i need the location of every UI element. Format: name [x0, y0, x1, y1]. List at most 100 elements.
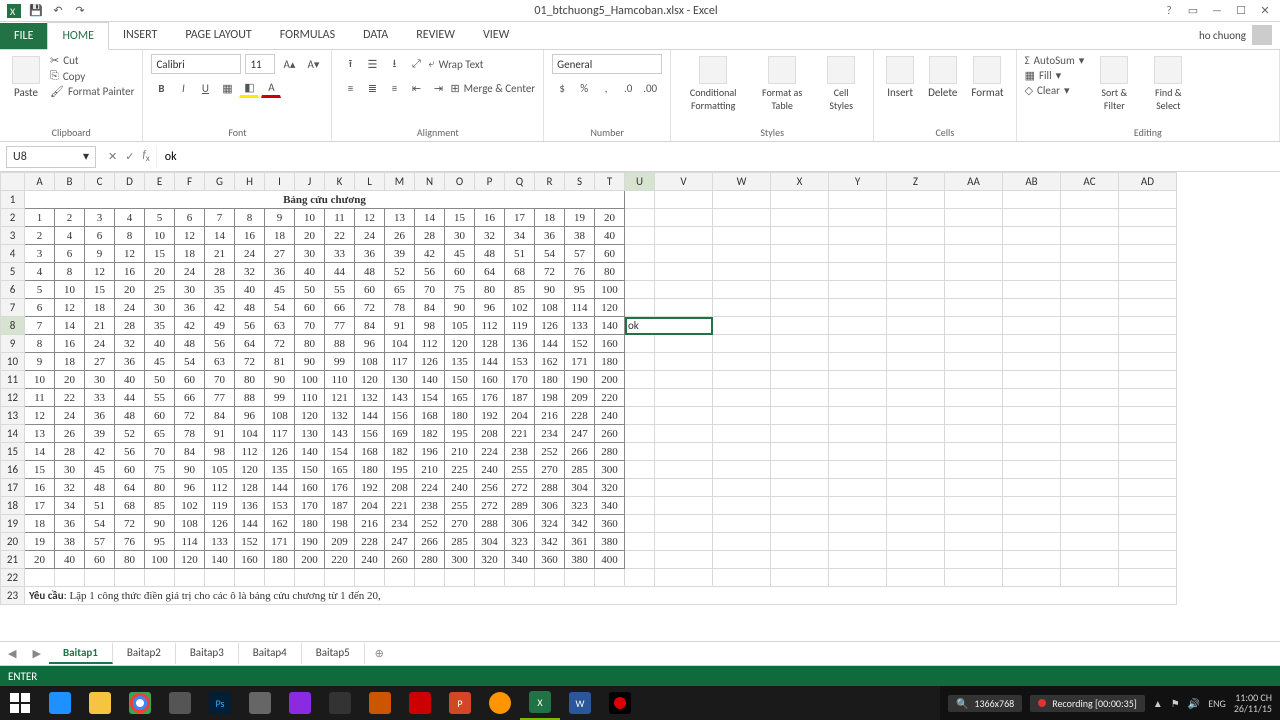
cell-V12[interactable]	[655, 389, 713, 407]
cell-Z3[interactable]	[887, 227, 945, 245]
cell-J11[interactable]: 100	[295, 371, 325, 389]
cell-F11[interactable]: 60	[175, 371, 205, 389]
cell-W12[interactable]	[713, 389, 771, 407]
dec-dec-icon[interactable]: .00	[640, 78, 660, 98]
cell-V10[interactable]	[655, 353, 713, 371]
cell-M13[interactable]: 156	[385, 407, 415, 425]
cell-AD10[interactable]	[1119, 353, 1177, 371]
format-as-table-button[interactable]: Format as Table	[753, 54, 811, 114]
cell-X5[interactable]	[771, 263, 829, 281]
powerpoint-icon[interactable]: P	[440, 686, 480, 720]
cell-J7[interactable]: 60	[295, 299, 325, 317]
cell-A7[interactable]: 6	[25, 299, 55, 317]
cell-D19[interactable]: 72	[115, 515, 145, 533]
col-header-AB[interactable]: AB	[1003, 173, 1061, 191]
cell-K7[interactable]: 66	[325, 299, 355, 317]
col-header-O[interactable]: O	[445, 173, 475, 191]
cell-Z20[interactable]	[887, 533, 945, 551]
cell-AD15[interactable]	[1119, 443, 1177, 461]
cell-Z21[interactable]	[887, 551, 945, 569]
cell-E10[interactable]: 45	[145, 353, 175, 371]
cell-P18[interactable]: 272	[475, 497, 505, 515]
cell-U17[interactable]	[625, 479, 655, 497]
cell-AB5[interactable]	[1003, 263, 1061, 281]
tab-page-layout[interactable]: PAGE LAYOUT	[171, 22, 265, 49]
cell-F21[interactable]: 120	[175, 551, 205, 569]
cut-button[interactable]: ✂ Cut	[50, 54, 134, 67]
cell-Q11[interactable]: 170	[505, 371, 535, 389]
cell-E22[interactable]	[145, 569, 175, 587]
cell-T6[interactable]: 100	[595, 281, 625, 299]
cell-AA6[interactable]	[945, 281, 1003, 299]
cell-S18[interactable]: 323	[565, 497, 595, 515]
col-header-Z[interactable]: Z	[887, 173, 945, 191]
cell-H15[interactable]: 112	[235, 443, 265, 461]
cell-V2[interactable]	[655, 209, 713, 227]
cell-W9[interactable]	[713, 335, 771, 353]
cell-F16[interactable]: 90	[175, 461, 205, 479]
cell-G2[interactable]: 7	[205, 209, 235, 227]
cell-R17[interactable]: 288	[535, 479, 565, 497]
cell-P17[interactable]: 256	[475, 479, 505, 497]
cell-H11[interactable]: 80	[235, 371, 265, 389]
tab-insert[interactable]: INSERT	[109, 22, 171, 49]
cell-R19[interactable]: 324	[535, 515, 565, 533]
word-icon[interactable]: W	[560, 686, 600, 720]
cell-H2[interactable]: 8	[235, 209, 265, 227]
account-user[interactable]: ho chuong	[1191, 21, 1280, 49]
cell-AC1[interactable]	[1061, 191, 1119, 209]
cell-Y19[interactable]	[829, 515, 887, 533]
cell-AB15[interactable]	[1003, 443, 1061, 461]
cell-G14[interactable]: 91	[205, 425, 235, 443]
cell-P14[interactable]: 208	[475, 425, 505, 443]
cell-AC3[interactable]	[1061, 227, 1119, 245]
firefox-icon[interactable]	[480, 686, 520, 720]
cell-X12[interactable]	[771, 389, 829, 407]
col-header-B[interactable]: B	[55, 173, 85, 191]
cell-D7[interactable]: 24	[115, 299, 145, 317]
cell-J20[interactable]: 190	[295, 533, 325, 551]
cell-Q20[interactable]: 323	[505, 533, 535, 551]
cell-AA5[interactable]	[945, 263, 1003, 281]
cell-S3[interactable]: 38	[565, 227, 595, 245]
row-header-18[interactable]: 18	[1, 497, 25, 515]
add-sheet-icon[interactable]: ⊕	[365, 647, 394, 660]
cell-Z7[interactable]	[887, 299, 945, 317]
cell-I18[interactable]: 153	[265, 497, 295, 515]
cell-Q10[interactable]: 153	[505, 353, 535, 371]
cell-Q14[interactable]: 221	[505, 425, 535, 443]
cell-O14[interactable]: 195	[445, 425, 475, 443]
cell-P16[interactable]: 240	[475, 461, 505, 479]
cell-V22[interactable]	[655, 569, 713, 587]
cell-R7[interactable]: 108	[535, 299, 565, 317]
cell-R5[interactable]: 72	[535, 263, 565, 281]
align-left-icon[interactable]: ≡	[340, 78, 360, 98]
cell-H17[interactable]: 128	[235, 479, 265, 497]
row-header-10[interactable]: 10	[1, 353, 25, 371]
cell-Z5[interactable]	[887, 263, 945, 281]
cell-I20[interactable]: 171	[265, 533, 295, 551]
cell-S6[interactable]: 95	[565, 281, 595, 299]
cell-Q18[interactable]: 289	[505, 497, 535, 515]
cell-B15[interactable]: 28	[55, 443, 85, 461]
cell-D16[interactable]: 60	[115, 461, 145, 479]
cell-AA7[interactable]	[945, 299, 1003, 317]
cell-Y22[interactable]	[829, 569, 887, 587]
ie-icon[interactable]	[40, 686, 80, 720]
cell-J3[interactable]: 20	[295, 227, 325, 245]
cell-Z14[interactable]	[887, 425, 945, 443]
cell-K4[interactable]: 33	[325, 245, 355, 263]
cell-I14[interactable]: 117	[265, 425, 295, 443]
cell-H21[interactable]: 160	[235, 551, 265, 569]
cell-Q13[interactable]: 204	[505, 407, 535, 425]
cell-Z4[interactable]	[887, 245, 945, 263]
cell-J17[interactable]: 160	[295, 479, 325, 497]
redo-icon[interactable]: ↷	[72, 3, 88, 19]
delete-cells-button[interactable]: Delete	[924, 54, 961, 101]
decrease-font-icon[interactable]: A▾	[303, 54, 323, 74]
cell-O11[interactable]: 150	[445, 371, 475, 389]
cell-D3[interactable]: 8	[115, 227, 145, 245]
cell-L12[interactable]: 132	[355, 389, 385, 407]
cell-AC4[interactable]	[1061, 245, 1119, 263]
cell-Y1[interactable]	[829, 191, 887, 209]
